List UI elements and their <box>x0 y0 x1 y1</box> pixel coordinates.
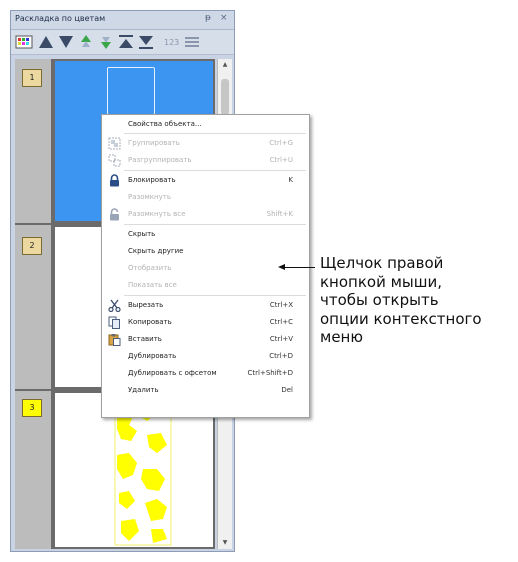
move-up-icon[interactable] <box>37 33 55 51</box>
callout-text: Щелчок правой кнопкой мыши, чтобы открыт… <box>320 254 518 347</box>
menu-item-ungroup[interactable]: Разгруппировать Ctrl+U <box>102 153 309 168</box>
menu-item-hide[interactable]: Скрыть <box>102 227 309 242</box>
menu-item-shortcut: Ctrl+Shift+D <box>247 369 294 377</box>
menu-item-cut[interactable]: Вырезать Ctrl+X <box>102 298 309 313</box>
row-number-column: 1 <box>15 59 51 223</box>
menu-item-label: Разгруппировать <box>128 156 192 164</box>
menu-item-duplicate-with-offset[interactable]: Дублировать с офсетом Ctrl+Shift+D <box>102 366 309 381</box>
menu-item-label: Вставить <box>128 335 162 343</box>
menu-item-shortcut: Ctrl+C <box>269 318 293 326</box>
menu-separator <box>124 295 306 296</box>
copy-icon <box>108 316 121 329</box>
menu-separator <box>124 133 306 134</box>
menu-separator <box>124 170 306 171</box>
cut-icon <box>108 299 121 313</box>
panel-toolbar: 123 <box>11 30 234 55</box>
row-number-column: 3 <box>15 391 51 549</box>
menu-item-shortcut: Ctrl+D <box>269 352 293 360</box>
menu-item-group[interactable]: Группировать Ctrl+G <box>102 136 309 151</box>
menu-item-label: Группировать <box>128 139 180 147</box>
row-number-column: 2 <box>15 225 51 389</box>
callout-line-text: чтобы открыть <box>320 291 439 309</box>
menu-item-label: Свойства объекта... <box>128 120 202 128</box>
menu-item-label: Дублировать с офсетом <box>128 369 217 377</box>
menu-item-delete[interactable]: Удалить Del <box>102 383 309 398</box>
menu-item-paste[interactable]: Вставить Ctrl+V <box>102 332 309 347</box>
move-to-top-icon[interactable] <box>117 33 135 51</box>
callout-line-text: Щелчок правой <box>320 254 444 272</box>
move-down-icon[interactable] <box>57 33 75 51</box>
menu-item-label: Разомкнуть все <box>128 210 186 218</box>
menu-item-shortcut: Del <box>281 386 293 394</box>
selection-frame <box>107 67 155 115</box>
menu-item-shortcut: Ctrl+V <box>269 335 293 343</box>
menu-item-label: Отобразить <box>128 264 172 272</box>
menu-item-label: Скрыть <box>128 230 156 238</box>
menu-item-object-properties[interactable]: Свойства объекта... <box>102 117 309 132</box>
renumber-icon[interactable]: 123 <box>163 33 181 51</box>
pin-icon[interactable]: ᵽ <box>205 13 211 23</box>
close-icon[interactable]: × <box>220 13 228 23</box>
unlock-icon <box>108 208 121 221</box>
menu-item-hide-others[interactable]: Скрыть другие <box>102 244 309 259</box>
menu-item-label: Вырезать <box>128 301 164 309</box>
menu-item-label: Блокировать <box>128 176 176 184</box>
menu-separator <box>124 224 306 225</box>
row-number-badge: 3 <box>22 399 42 417</box>
menu-item-label: Показать все <box>128 281 177 289</box>
group-icon <box>108 137 121 150</box>
callout-line-text: опции контекстного <box>320 309 482 328</box>
callout-line-text: кнопкой мыши, <box>320 272 443 291</box>
menu-item-shortcut: Ctrl+G <box>269 139 293 147</box>
menu-item-shortcut: Ctrl+X <box>269 301 293 309</box>
scroll-down-arrow-icon[interactable]: ▼ <box>218 537 232 549</box>
paste-icon <box>108 333 121 346</box>
menu-item-unlock[interactable]: Разомкнуть <box>102 190 309 205</box>
color-grid-icon[interactable] <box>15 33 33 51</box>
list-view-icon[interactable] <box>183 33 201 51</box>
lock-icon <box>108 174 121 187</box>
scroll-thumb[interactable] <box>221 79 229 115</box>
menu-item-duplicate[interactable]: Дублировать Ctrl+D <box>102 349 309 364</box>
menu-item-copy[interactable]: Копировать Ctrl+C <box>102 315 309 330</box>
menu-item-show-all[interactable]: Показать все <box>102 278 309 293</box>
menu-item-shortcut: Shift+K <box>266 210 293 218</box>
menu-item-label: Разомкнуть <box>128 193 171 201</box>
callout-line-text: меню <box>320 328 363 346</box>
menu-item-unlock-all[interactable]: Разомкнуть все Shift+K <box>102 207 309 222</box>
menu-item-label: Удалить <box>128 386 159 394</box>
move-down-one-icon[interactable] <box>97 33 115 51</box>
move-to-bottom-icon[interactable] <box>137 33 155 51</box>
panel-titlebar[interactable]: Раскладка по цветам ᵽ × <box>11 11 234 30</box>
move-up-one-icon[interactable] <box>77 33 95 51</box>
menu-item-label: Скрыть другие <box>128 247 184 255</box>
menu-item-label: Копировать <box>128 318 172 326</box>
menu-item-lock[interactable]: Блокировать K <box>102 173 309 188</box>
menu-item-shortcut: Ctrl+U <box>269 156 293 164</box>
row-number-badge: 1 <box>22 69 42 87</box>
menu-item-shortcut: K <box>288 176 293 184</box>
panel-title: Раскладка по цветам <box>15 14 106 23</box>
menu-item-label: Дублировать <box>128 352 177 360</box>
svg-text:123: 123 <box>164 38 179 47</box>
callout-line <box>281 267 315 268</box>
ungroup-icon <box>108 154 121 167</box>
row-number-badge: 2 <box>22 237 42 255</box>
scroll-up-arrow-icon[interactable]: ▲ <box>218 59 232 71</box>
